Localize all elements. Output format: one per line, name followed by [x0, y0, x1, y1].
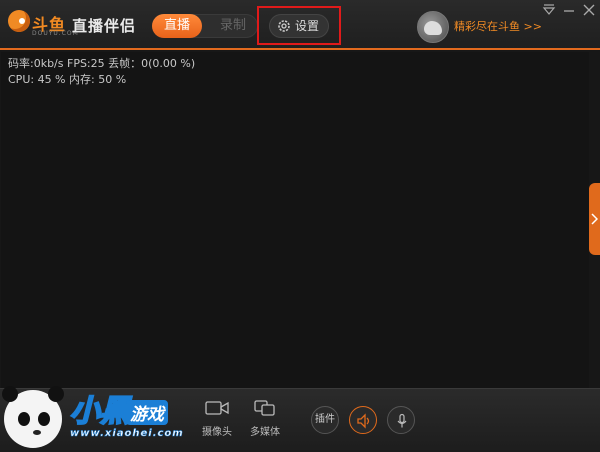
preview-area[interactable]: [1, 52, 589, 388]
multimedia-icon: [254, 400, 275, 416]
watermark-tag: 游戏: [126, 400, 168, 425]
minimize-icon: [564, 10, 574, 12]
minimize-button[interactable]: [560, 2, 578, 18]
avatar-image: [424, 21, 442, 35]
tab-record[interactable]: 录制: [210, 14, 256, 38]
gear-icon: [278, 20, 290, 32]
settings-label: 设置: [295, 19, 320, 33]
app-title: 直播伴侣: [72, 17, 137, 35]
tab-live[interactable]: 直播: [152, 14, 202, 38]
microphone-icon: [397, 413, 407, 428]
stats-line-cpu: CPU: 45 % 内存: 50 %: [8, 73, 127, 86]
menu-dropdown-button[interactable]: [540, 2, 558, 18]
speaker-icon: [357, 413, 370, 429]
stats-line-bitrate: 码率:0kb/s FPS:25 丢帧：0(0.00 %): [8, 57, 196, 70]
close-button[interactable]: [580, 2, 598, 18]
microphone-button[interactable]: [387, 406, 415, 434]
xiaohei-watermark: 小黑 游戏 www.xiaohei.com: [0, 380, 200, 451]
camera-icon: [205, 401, 229, 415]
avatar[interactable]: [417, 11, 449, 43]
close-icon: [583, 4, 595, 16]
promo-link[interactable]: 精彩尽在斗鱼 >>: [454, 18, 542, 34]
multimedia-source-label: 多媒体: [250, 427, 280, 438]
chevron-right-icon: [591, 213, 598, 225]
douyu-logo: 斗鱼 DOUYU.COM: [8, 8, 78, 38]
title-bar: 斗鱼 DOUYU.COM 直播伴侣 直播 录制 设置 精彩尽在斗鱼 >>: [0, 0, 600, 50]
watermark-url: www.xiaohei.com: [70, 428, 184, 440]
camera-source-button[interactable]: 摄像头: [193, 399, 241, 443]
plugin-label: 插件: [315, 414, 335, 425]
stream-stats: 码率:0kb/s FPS:25 丢帧：0(0.00 %) CPU: 45 % 内…: [8, 56, 195, 88]
plugin-button[interactable]: 插件: [311, 406, 339, 434]
logo-mark-icon: [8, 10, 30, 32]
watermark-brand: 小黑: [69, 393, 131, 430]
settings-button[interactable]: 设置: [269, 14, 329, 38]
panda-mascot-icon: [2, 386, 64, 448]
app-window: 斗鱼 DOUYU.COM 直播伴侣 直播 录制 设置 精彩尽在斗鱼 >> 码率:…: [0, 0, 600, 452]
speaker-button[interactable]: [349, 406, 377, 434]
mode-toggle: 直播 录制: [152, 14, 258, 38]
side-panel-toggle[interactable]: [589, 183, 600, 255]
multimedia-source-button[interactable]: 多媒体: [241, 399, 289, 443]
dropdown-triangle-icon: [542, 4, 556, 15]
camera-source-label: 摄像头: [202, 427, 232, 438]
